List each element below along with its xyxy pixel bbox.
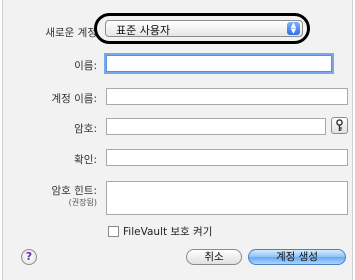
name-field[interactable] [106,55,332,72]
up-down-arrows-icon: ▲ ▼ [287,22,300,35]
filevault-checkbox[interactable] [108,226,119,237]
verify-field[interactable] [106,149,348,166]
password-assistant-button[interactable] [331,117,348,134]
password-hint-field[interactable] [106,181,348,215]
account-type-popup[interactable]: 표준 사용자 ▲ ▼ [105,20,303,37]
new-account-label: 새로운 계정 [45,27,97,39]
account-name-field[interactable] [106,88,348,105]
key-icon [336,119,343,131]
account-name-label: 계정 이름: [51,93,97,105]
question-icon[interactable]: ? [21,249,37,265]
password-label: 암호: [74,123,97,135]
name-label: 이름: [74,60,97,72]
verify-label: 확인: [74,154,97,166]
new-account-sheet: 새로운 계정 표준 사용자 ▲ ▼ 이름: 계정 이름: 암호: 확인: 암호 힌… [2,0,353,280]
password-hint-label: 암호 힌트: [51,185,97,197]
recommended-note: (권장됨) [68,198,97,207]
cancel-button[interactable]: 취소 [186,249,242,265]
create-account-button[interactable]: 계정 생성 [248,249,346,265]
account-type-value: 표준 사용자 [116,24,171,37]
filevault-label[interactable]: FileVault 보호 켜기 [123,224,212,239]
password-field[interactable] [106,118,326,135]
